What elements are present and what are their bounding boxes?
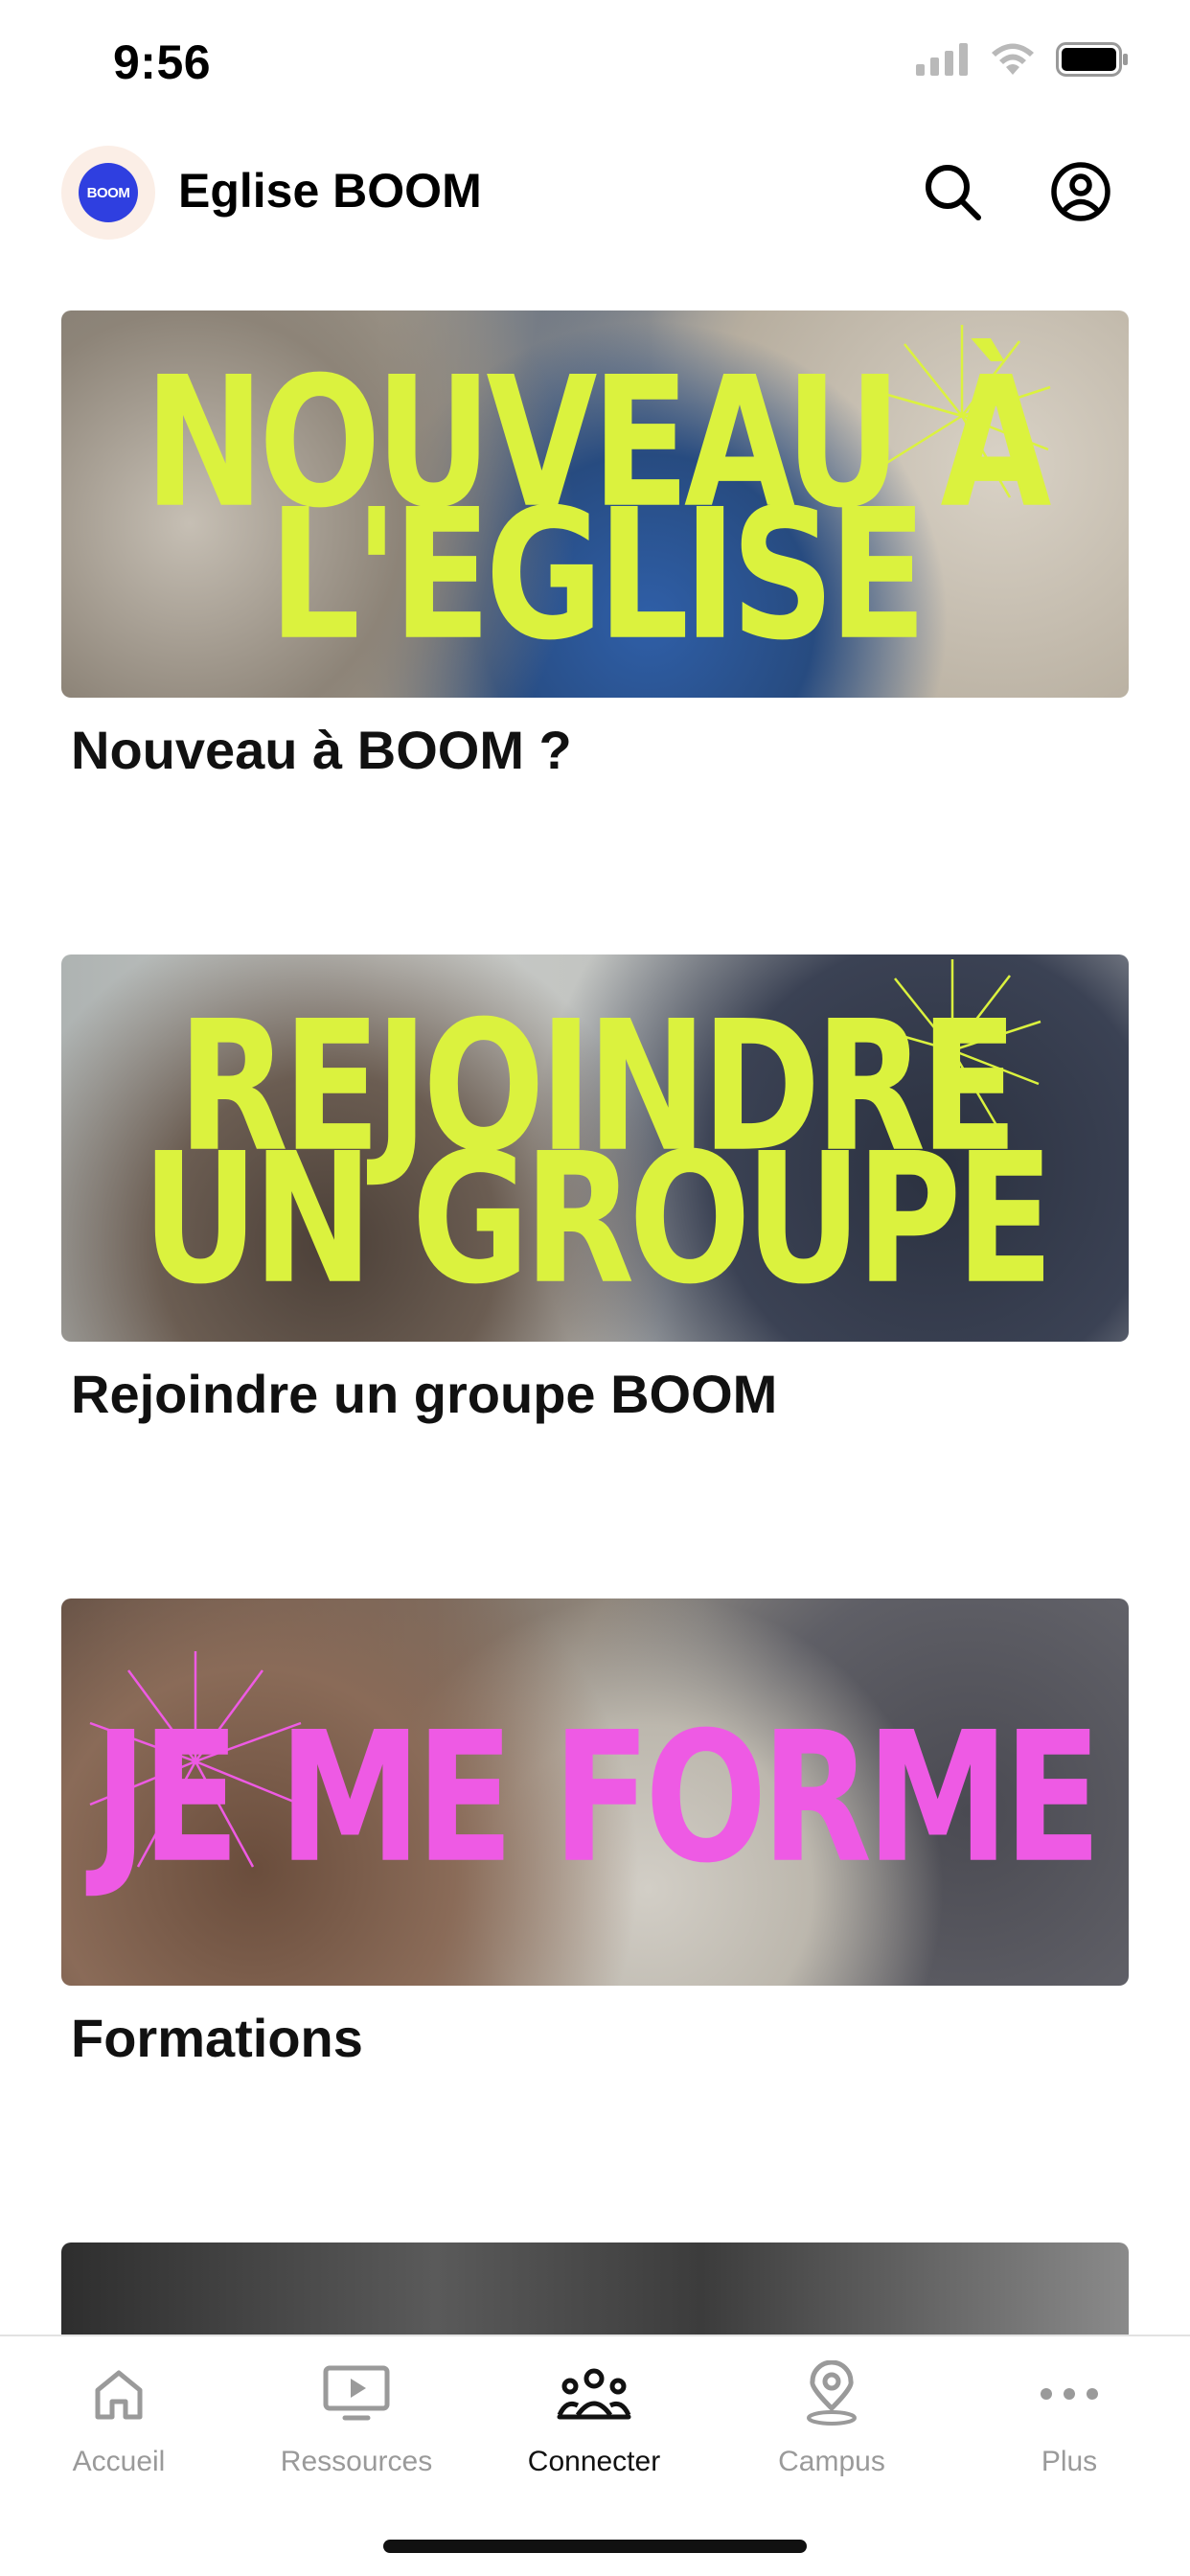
tab-label: Campus	[778, 2446, 885, 2477]
banner-headline: NOUVEAU À L'EGLISE	[61, 354, 1129, 666]
tab-label: Ressources	[280, 2446, 433, 2477]
banner-headline: JE ME FORME	[61, 1709, 1129, 1889]
card-banner-image[interactable]: NOUVEAU À L'EGLISE	[61, 310, 1129, 698]
search-icon	[926, 165, 981, 220]
search-button[interactable]	[912, 151, 993, 232]
status-time: 9:56	[113, 35, 212, 89]
tab-connecter[interactable]: Connecter	[475, 2356, 713, 2499]
app-header: BOOM Eglise BOOM	[0, 134, 1190, 297]
banner-line: L'EGLISE	[268, 472, 927, 680]
card-title[interactable]: Formations	[71, 2007, 1129, 2069]
cellular-signal-icon	[916, 43, 968, 76]
status-icons	[916, 42, 1129, 77]
status-bar: 9:56	[0, 0, 1190, 134]
user-circle-icon	[1051, 162, 1110, 221]
tab-campus[interactable]: Campus	[713, 2356, 950, 2499]
card-nouveau[interactable]: NOUVEAU À L'EGLISE Nouveau à BOOM ?	[61, 310, 1129, 781]
tab-accueil[interactable]: Accueil	[0, 2356, 238, 2499]
logo-text: BOOM	[86, 184, 130, 201]
card-formations[interactable]: JE ME FORME Formations	[61, 1598, 1129, 2069]
card-groupe[interactable]: REJOINDRE UN GROUPE Rejoindre un groupe …	[61, 954, 1129, 1425]
tab-label: Connecter	[527, 2446, 661, 2477]
card-banner-image[interactable]: JE ME FORME	[61, 1598, 1129, 1986]
tv-play-icon	[318, 2356, 395, 2432]
logo-mark: BOOM	[79, 163, 138, 222]
card-title[interactable]: Nouveau à BOOM ?	[71, 719, 1129, 781]
battery-icon	[1056, 42, 1128, 77]
people-icon	[556, 2356, 632, 2432]
tab-plus[interactable]: Plus	[950, 2356, 1188, 2499]
profile-button[interactable]	[1041, 151, 1121, 232]
app-title: Eglise BOOM	[178, 164, 482, 218]
church-logo[interactable]: BOOM	[61, 146, 155, 240]
banner-headline: REJOINDRE UN GROUPE	[61, 998, 1129, 1310]
banner-line: UN GROUPE	[142, 1116, 1054, 1324]
card-title[interactable]: Rejoindre un groupe BOOM	[71, 1363, 1129, 1425]
tab-label: Accueil	[72, 2446, 166, 2477]
home-indicator[interactable]	[383, 2540, 807, 2553]
tab-label: Plus	[1041, 2446, 1098, 2477]
map-pin-icon	[793, 2356, 870, 2432]
banner-line: JE ME FORME	[94, 1694, 1102, 1903]
card-banner-image[interactable]: REJOINDRE UN GROUPE	[61, 954, 1129, 1342]
more-dots-icon	[1031, 2356, 1108, 2432]
home-icon	[80, 2356, 157, 2432]
tab-ressources[interactable]: Ressources	[238, 2356, 475, 2499]
wifi-icon	[992, 43, 1034, 75]
